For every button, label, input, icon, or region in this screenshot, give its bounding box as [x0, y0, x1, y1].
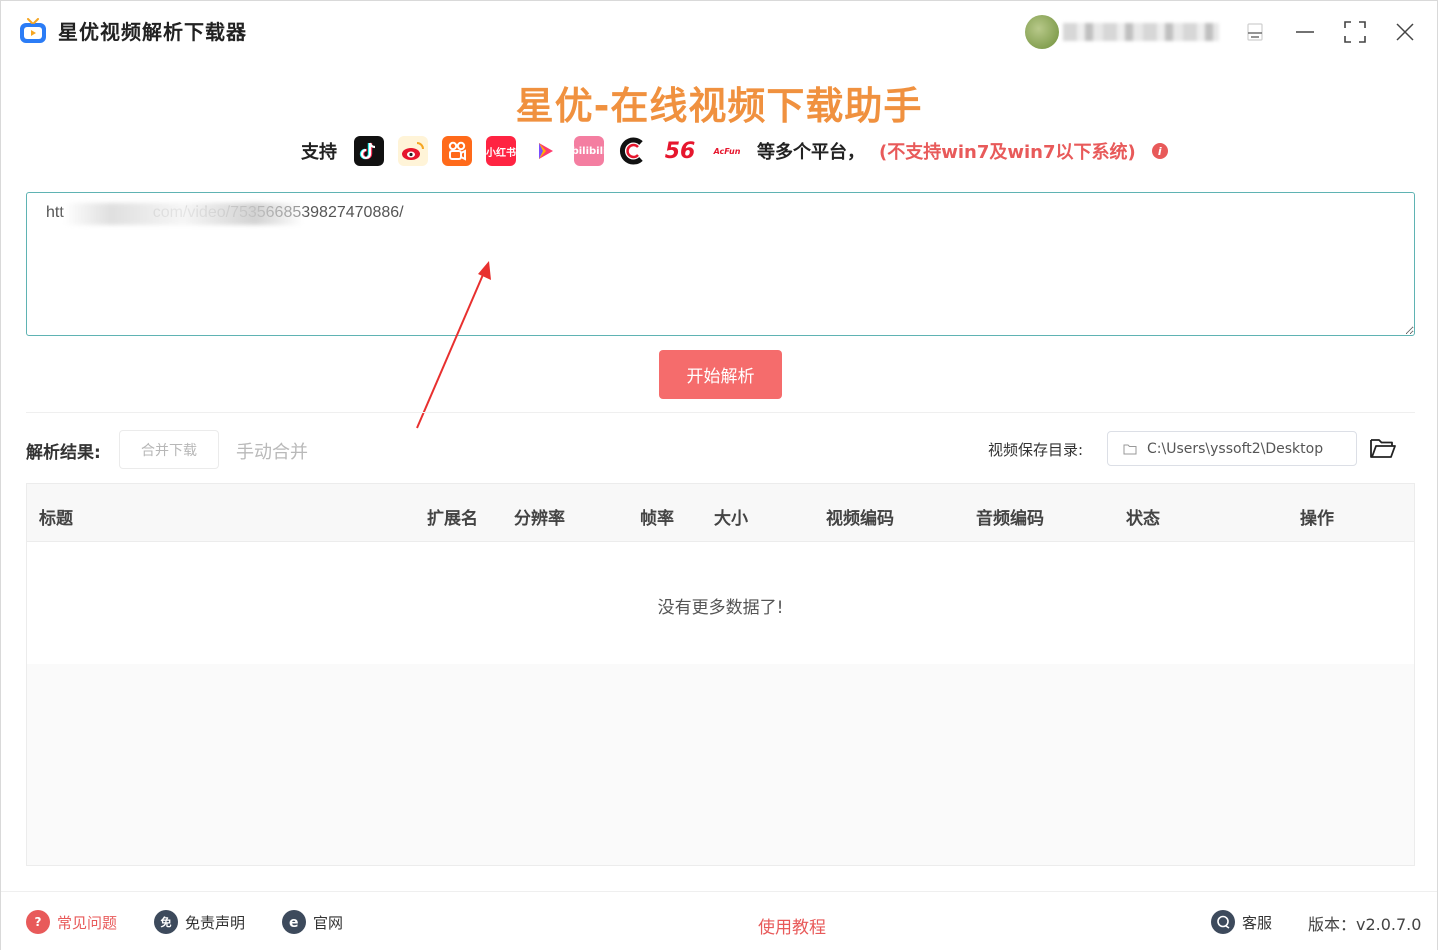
save-dir-label: 视频保存目录:	[988, 441, 1084, 459]
col-status: 状态	[1126, 509, 1160, 529]
table-body: 没有更多数据了!	[27, 542, 1414, 664]
disclaimer-label: 免责声明	[185, 913, 246, 932]
manual-merge-link[interactable]: 手动合并	[236, 438, 308, 464]
app-window: 星优视频解析下载器 iFl9a1c46 星优-在线视频下载助手 支持 小红书	[0, 0, 1438, 950]
col-title: 标题	[39, 509, 73, 529]
col-audio-codec: 音频编码	[976, 509, 1044, 529]
svg-text:e: e	[289, 915, 299, 930]
open-folder-icon[interactable]	[1367, 434, 1399, 462]
browser-icon: e	[282, 910, 306, 934]
xiaohongshu-icon: 小红书	[486, 136, 516, 166]
col-framerate: 帧率	[640, 509, 674, 529]
faq-link[interactable]: ? 常见问题	[26, 910, 117, 934]
col-actions: 操作	[1300, 509, 1334, 529]
disclaimer-link[interactable]: 免 免责声明	[154, 910, 245, 934]
info-icon[interactable]: i	[1151, 143, 1168, 159]
c-logo-icon	[618, 136, 648, 166]
close-icon[interactable]	[1388, 15, 1422, 49]
headline: 星优-在线视频下载助手	[515, 84, 923, 128]
col-resolution: 分辨率	[514, 509, 565, 529]
app-title: 星优视频解析下载器	[58, 20, 247, 44]
merge-download-button[interactable]: 合并下载	[119, 430, 219, 469]
table-header: 标题 扩展名 分辨率 帧率 大小 视频编码 音频编码 状态 操作	[27, 484, 1414, 542]
divider	[26, 412, 1415, 413]
minimize-icon[interactable]	[1288, 15, 1322, 49]
acfun-icon: AcFun	[712, 136, 742, 166]
version-label: 版本：v2.0.7.0	[1308, 915, 1422, 934]
supported-platforms-row: 支持 小红书 bilibili 56 AcFun 等多个平台， (不支持win7…	[301, 134, 1168, 168]
url-redaction	[63, 203, 303, 225]
website-label: 官网	[313, 913, 344, 932]
kuaishou-icon	[442, 136, 472, 166]
folder-icon	[1123, 444, 1137, 454]
user-avatar[interactable]	[1025, 15, 1059, 49]
results-table: 标题 扩展名 分辨率 帧率 大小 视频编码 音频编码 状态 操作 没有更多数据了…	[26, 483, 1415, 866]
disclaimer-icon: 免	[154, 910, 178, 934]
weibo-icon	[398, 136, 428, 166]
video-play-icon	[530, 136, 560, 166]
douyin-icon	[354, 136, 384, 166]
tutorial-link[interactable]: 使用教程	[758, 913, 826, 938]
save-dir-field[interactable]: C:\Users\yssoft2\Desktop	[1107, 431, 1357, 466]
col-extension: 扩展名	[427, 509, 478, 529]
title-bar: 星优视频解析下载器 iFl9a1c46	[1, 1, 1437, 61]
bilibili-icon: bilibili	[574, 136, 604, 166]
question-icon: ?	[26, 910, 50, 934]
tv-logo-icon	[20, 18, 46, 43]
results-label: 解析结果:	[26, 443, 101, 463]
footer: ? 常见问题 免 免责声明 e 官网 使用教程 客服 版本：v2.0.7.0	[1, 891, 1437, 950]
user-name[interactable]: iFl9a1c46	[1063, 23, 1219, 41]
website-link[interactable]: e 官网	[282, 910, 343, 934]
faq-label: 常见问题	[57, 913, 118, 932]
col-video-codec: 视频编码	[826, 509, 894, 529]
chat-icon	[1211, 910, 1235, 934]
annotation-arrow	[416, 261, 491, 429]
start-parse-button[interactable]: 开始解析	[659, 350, 782, 399]
56-icon: 56	[662, 136, 698, 166]
more-platforms-label: 等多个平台，	[757, 142, 865, 163]
maximize-icon[interactable]	[1338, 15, 1372, 49]
customer-service-link[interactable]: 客服	[1211, 910, 1272, 934]
settings-icon[interactable]	[1238, 15, 1272, 49]
win7-warning: (不支持win7及win7以下系统)	[879, 142, 1136, 163]
save-dir-value: C:\Users\yssoft2\Desktop	[1147, 440, 1324, 457]
empty-message: 没有更多数据了!	[657, 598, 784, 618]
support-label: 支持	[301, 142, 337, 163]
col-size: 大小	[714, 509, 748, 529]
customer-service-label: 客服	[1242, 913, 1273, 932]
